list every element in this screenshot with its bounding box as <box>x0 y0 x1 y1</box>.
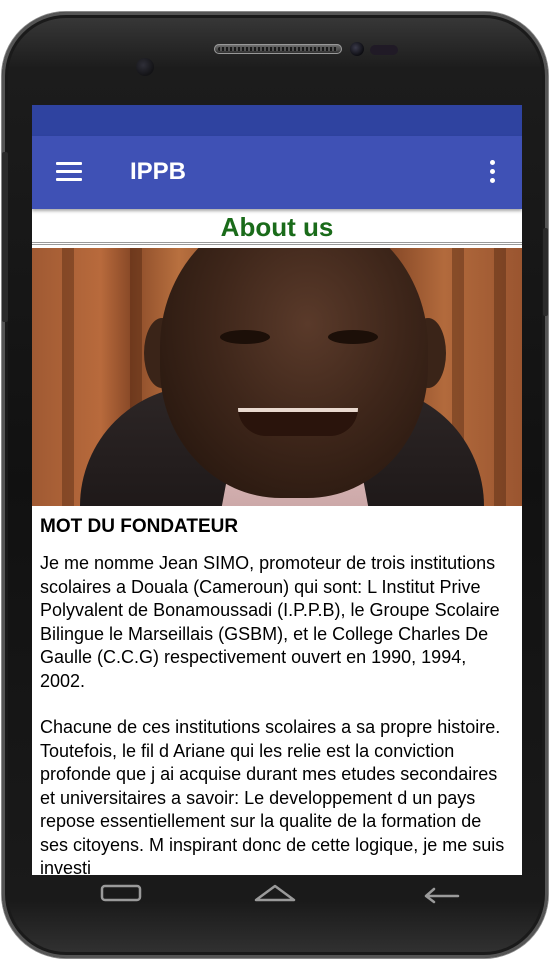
home-key-icon[interactable] <box>250 880 300 906</box>
front-camera-icon <box>350 42 364 56</box>
recent-apps-key-icon[interactable] <box>96 880 146 906</box>
back-key-icon[interactable] <box>418 880 468 906</box>
hamburger-menu-icon[interactable] <box>56 162 84 182</box>
power-button <box>543 228 548 316</box>
app-toolbar: IPPB <box>32 136 522 209</box>
founder-photo <box>32 248 522 506</box>
proximity-sensor <box>136 58 154 76</box>
page-title: About us <box>32 209 522 245</box>
volume-button <box>2 152 8 322</box>
section-title: MOT DU FONDATEUR <box>40 516 239 537</box>
paragraph: Chacune de ces institutions scolaires a … <box>40 717 505 875</box>
status-bar <box>32 105 522 136</box>
light-sensor <box>370 45 398 55</box>
paragraph: Je me nomme Jean SIMO, promoteur de troi… <box>40 553 500 691</box>
about-content: MOT DU FONDATEUR Je me nomme Jean SIMO, … <box>32 506 522 875</box>
app-screen: IPPB About us MOT DU FONDATEUR Je me nom… <box>32 105 522 875</box>
earpiece-speaker <box>214 44 342 54</box>
app-title: IPPB <box>130 158 187 185</box>
more-vertical-icon[interactable] <box>486 160 498 184</box>
